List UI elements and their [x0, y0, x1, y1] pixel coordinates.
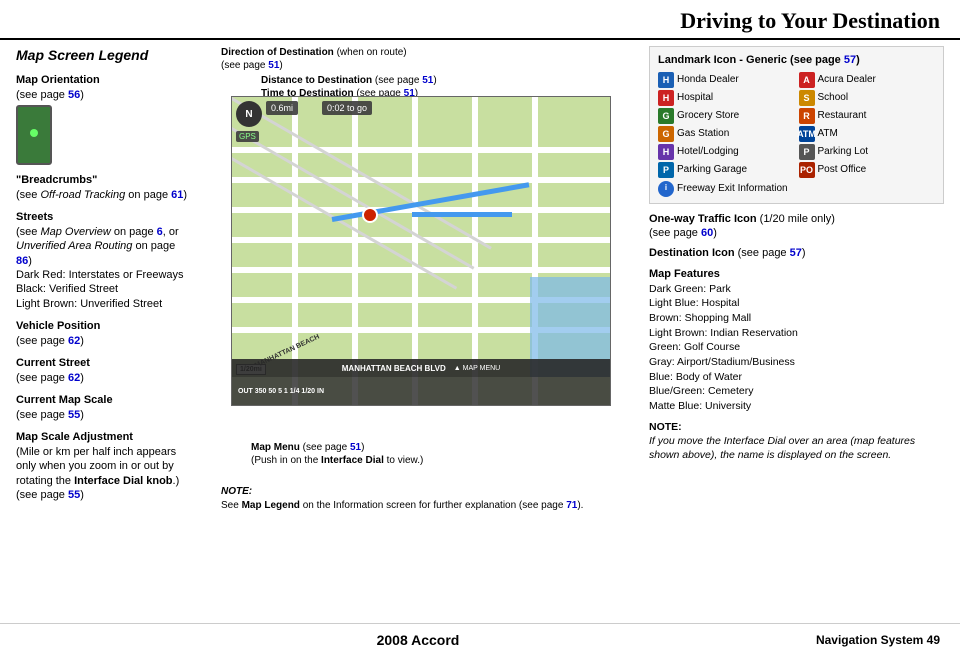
landmark-acura: A Acura Dealer: [799, 72, 936, 88]
current-street-item: Current Street (see page 62): [16, 356, 191, 385]
freeway-exit-icon: i: [658, 181, 674, 197]
hud-distance: 0.6mi: [266, 101, 298, 115]
map-container: MANHATTAN BEACH N 0.6mi 0:02 to go GPS 1…: [231, 96, 611, 406]
hospital-icon: H: [658, 90, 674, 106]
landmark-restaurant: R Restaurant: [799, 108, 936, 124]
blue-route-2: [412, 212, 512, 217]
landmark-parking-garage: P Parking Garage: [658, 162, 795, 178]
vehicle-position-item: Vehicle Position (see page 62): [16, 319, 191, 348]
destination-icon-item: Destination Icon (see page 57): [649, 246, 944, 260]
page-title: Driving to Your Destination: [20, 8, 940, 34]
vehicle-marker: [362, 207, 378, 223]
landmark-hospital: H Hospital: [658, 90, 795, 106]
direction-callout: Direction of Destination (when on route)…: [221, 46, 407, 72]
street-name-bar: MANHATTAN BEACH BLVD ▲ MAP MENU: [232, 359, 610, 377]
page-footer: 2008 Accord Navigation System 49: [0, 623, 960, 655]
map-orientation-title: Map Orientation: [16, 73, 191, 88]
parking-lot-icon: P: [799, 144, 815, 160]
landmark-parking-lot: P Parking Lot: [799, 144, 936, 160]
breadcrumbs-title: "Breadcrumbs": [16, 173, 191, 188]
current-map-scale-title: Current Map Scale: [16, 393, 191, 408]
map-scale-adj-title: Map Scale Adjustment: [16, 430, 191, 445]
bottom-note: NOTE: See Map Legend on the Information …: [221, 485, 591, 513]
map-menu-callout: Map Menu (see page 51) (Push in on the I…: [251, 441, 423, 467]
compass: N: [236, 101, 262, 127]
landmark-generic-title: Landmark Icon - Generic: [658, 54, 787, 66]
road-h2: [232, 177, 610, 183]
center-column: Direction of Destination (when on route)…: [201, 46, 639, 626]
current-map-scale-item: Current Map Scale (see page 55): [16, 393, 191, 422]
landmark-box: Landmark Icon - Generic (see page 57) H …: [649, 46, 944, 204]
landmark-gas: G Gas Station: [658, 126, 795, 142]
street-name: MANHATTAN BEACH BLVD: [342, 364, 446, 373]
hud-time: 0:02 to go: [322, 101, 372, 115]
landmark-atm: ATM ATM: [799, 126, 936, 142]
landmark-post-office: PO Post Office: [799, 162, 936, 178]
current-street-title: Current Street: [16, 356, 191, 371]
distance-callout: Distance to Destination (see page 51): [261, 75, 437, 86]
map-bottom-bar: OUT 350 50 5 1 1/4 1/20 IN: [232, 377, 610, 405]
atm-icon: ATM: [799, 126, 815, 142]
section-title: Map Screen Legend: [16, 46, 191, 65]
breadcrumbs-body: (see Off-road Tracking on page 61): [16, 188, 191, 202]
landmark-hotel: H Hotel/Lodging: [658, 144, 795, 160]
gas-station-icon: G: [658, 126, 674, 142]
main-content: Map Screen Legend Map Orientation (see p…: [0, 46, 960, 626]
map-orientation-body: (see page 56): [16, 88, 191, 102]
features-list: Dark Green: Park Light Blue: Hospital Br…: [649, 282, 944, 414]
footer-center: 2008 Accord: [20, 632, 816, 648]
map-menu-label: ▲ MAP MENU: [454, 365, 500, 372]
honda-icon: H: [658, 72, 674, 88]
landmark-grid: H Honda Dealer A Acura Dealer H Hospital…: [658, 72, 935, 178]
landmark-honda: H Honda Dealer: [658, 72, 795, 88]
landmark-school: S School: [799, 90, 936, 106]
hotel-icon: H: [658, 144, 674, 160]
map-orientation-item: Map Orientation (see page 56): [16, 73, 191, 165]
right-column: Landmark Icon - Generic (see page 57) H …: [649, 46, 944, 626]
grocery-icon: G: [658, 108, 674, 124]
left-column: Map Screen Legend Map Orientation (see p…: [16, 46, 191, 626]
landmark-grocery: G Grocery Store: [658, 108, 795, 124]
map-features-box: Map Features Dark Green: Park Light Blue…: [649, 267, 944, 414]
vehicle-position-title: Vehicle Position: [16, 319, 191, 334]
note-box: NOTE: If you move the Interface Dial ove…: [649, 420, 944, 463]
page-header: Driving to Your Destination: [0, 0, 960, 40]
post-office-icon: PO: [799, 162, 815, 178]
gps-label: GPS: [236, 131, 259, 142]
breadcrumbs-item: "Breadcrumbs" (see Off-road Tracking on …: [16, 173, 191, 202]
breadcrumb-icon: [16, 105, 52, 165]
map-scale-adj-item: Map Scale Adjustment (Mile or km per hal…: [16, 430, 191, 502]
dist-bar-label: OUT 350 50 5 1 1/4 1/20 IN: [238, 388, 324, 395]
parking-garage-icon: P: [658, 162, 674, 178]
streets-body: (see Map Overview on page 6, or Unverifi…: [16, 225, 191, 311]
restaurant-icon: R: [799, 108, 815, 124]
one-way-traffic-item: One-way Traffic Icon (1/20 mile only)(se…: [649, 212, 944, 241]
road-h1: [232, 147, 610, 153]
streets-item: Streets (see Map Overview on page 6, or …: [16, 210, 191, 311]
footer-right: Navigation System 49: [816, 633, 940, 647]
landmark-freeway: i Freeway Exit Information: [658, 181, 935, 197]
school-icon: S: [799, 90, 815, 106]
acura-icon: A: [799, 72, 815, 88]
streets-title: Streets: [16, 210, 191, 225]
